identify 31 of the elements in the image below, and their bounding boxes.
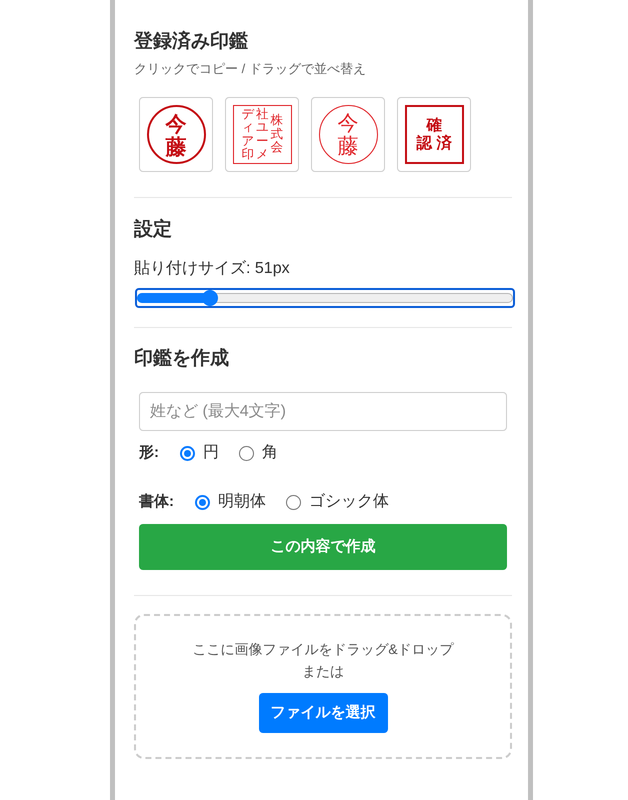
radio-button[interactable] [239,446,254,460]
drop-hint-text: ここに画像ファイルをドラッグ&ドロップ [192,640,454,659]
option-group-label: 書体: [139,492,174,512]
stamp-tile[interactable]: 今藤 [311,97,385,172]
seal-text: 認 済 [416,134,452,152]
radio-label[interactable]: 角 [262,441,278,465]
stamp-tile[interactable]: 今藤 [139,97,213,172]
seal-text: 株式会 [270,114,282,155]
name-input[interactable]: 姓など (最大4文字) [139,392,507,431]
radio-button[interactable] [180,446,195,460]
radio-button[interactable] [286,494,301,510]
section-heading: 登録済み印鑑 [134,30,249,54]
section-heading: 設定 [134,218,173,242]
seal-text: ディア印 [242,108,254,162]
seal-text: 今藤 [166,112,186,158]
radio-label[interactable]: 円 [203,441,219,465]
size-label: 貼り付けサイズ: 51px [134,259,291,279]
create-button[interactable]: この内容で作成 [139,524,507,570]
option-group-label: 形: [139,442,159,463]
slider-thumb[interactable] [202,290,218,306]
radio-label[interactable]: 明朝体 [218,490,266,514]
radio-label[interactable]: ゴシック体 [309,490,389,514]
seal-text: 社ユーメ [256,108,268,162]
stamp-tile[interactable]: 確 認 済 [397,97,471,172]
seal-text: 確 [426,116,442,134]
radio-button[interactable] [195,494,210,510]
seal-text: 今藤 [338,112,358,158]
hint-text: クリックでコピー / ドラッグで並べ替え [134,60,367,78]
file-select-button[interactable]: ファイルを選択 [258,693,388,733]
section-heading: 印鑑を作成 [134,347,230,371]
drop-hint-text: または [302,662,344,681]
